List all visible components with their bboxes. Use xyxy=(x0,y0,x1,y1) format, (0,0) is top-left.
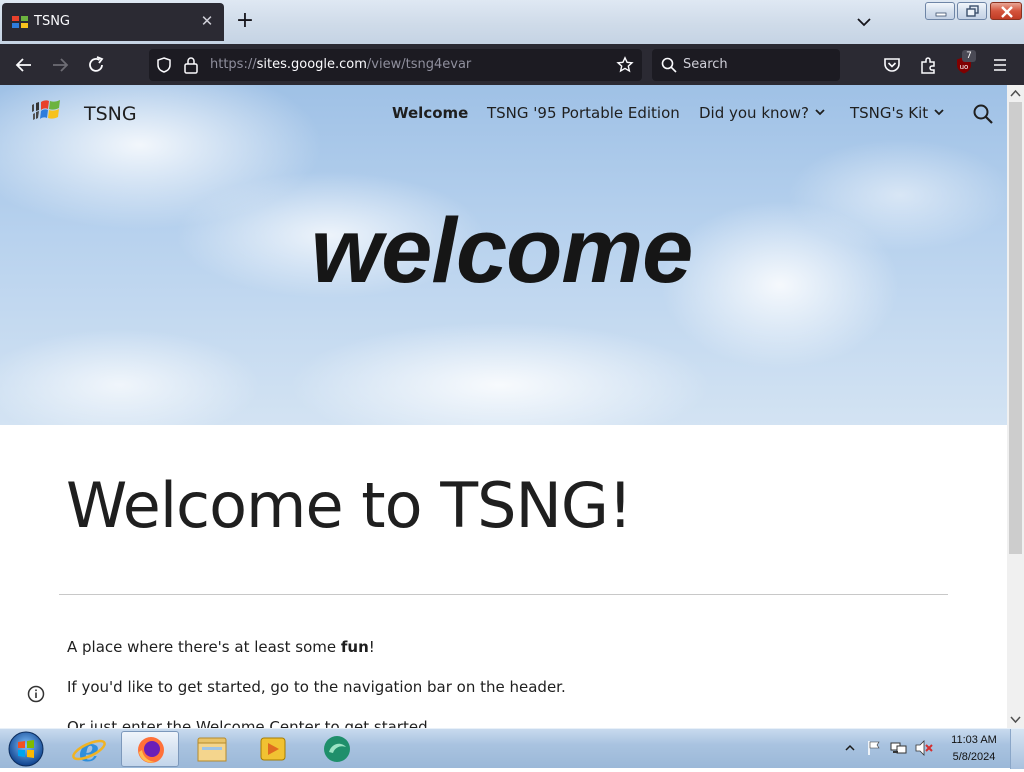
page-title: Welcome to TSNG! xyxy=(66,469,633,542)
forward-arrow-icon[interactable] xyxy=(49,54,71,76)
app-icon xyxy=(324,736,350,762)
paragraph-intro-text: A place where there's at least some xyxy=(67,638,341,656)
search-bar[interactable]: Search xyxy=(652,49,840,81)
media-player-icon xyxy=(260,737,286,761)
paragraph-navigation-hint: If you'd like to get started, go to the … xyxy=(67,678,566,696)
nav-tsngs-kit-label: TSNG's Kit xyxy=(850,104,929,122)
search-icon[interactable] xyxy=(972,103,994,125)
window-minimize-button[interactable] xyxy=(925,2,955,20)
restore-icon xyxy=(966,5,979,17)
scrollbar-thumb[interactable] xyxy=(1009,102,1022,554)
tab-title: TSNG xyxy=(34,14,70,29)
clock-date[interactable]: 5/8/2024 xyxy=(946,751,1002,763)
show-hidden-icons-icon[interactable] xyxy=(844,741,856,755)
svg-text:e: e xyxy=(79,731,99,767)
search-placeholder: Search xyxy=(683,57,728,72)
taskbar-app[interactable] xyxy=(308,731,366,767)
page-viewport: TSNG Welcome TSNG '95 Portable Edition D… xyxy=(0,85,1007,728)
volume-muted-icon[interactable] xyxy=(914,739,934,757)
info-icon[interactable] xyxy=(27,685,45,703)
back-arrow-icon[interactable] xyxy=(13,54,35,76)
url-path: /view/tsng4evar xyxy=(366,57,472,72)
taskbar-firefox[interactable] xyxy=(121,731,179,767)
extension-badge: 7 xyxy=(962,50,976,62)
windows-logo-icon[interactable] xyxy=(30,99,66,127)
taskbar-internet-explorer[interactable]: e xyxy=(60,731,118,769)
divider xyxy=(59,594,948,595)
address-bar[interactable]: https://sites.google.com/view/tsng4evar xyxy=(149,49,642,81)
chevron-down-icon[interactable] xyxy=(854,12,874,32)
show-desktop-button[interactable] xyxy=(1010,729,1024,769)
vertical-scrollbar[interactable] xyxy=(1007,85,1024,728)
taskbar-file-explorer[interactable] xyxy=(183,731,241,767)
url-scheme: https:// xyxy=(210,57,257,72)
url-host: sites.google.com xyxy=(256,57,367,72)
scroll-down-arrow-icon[interactable] xyxy=(1007,711,1024,728)
pocket-icon[interactable] xyxy=(881,54,903,76)
shield-icon[interactable] xyxy=(155,56,173,74)
search-icon xyxy=(661,57,677,73)
windows-flag-icon xyxy=(12,16,28,28)
extensions-puzzle-icon[interactable] xyxy=(917,54,939,76)
close-tab-icon[interactable]: ✕ xyxy=(198,12,216,30)
window-close-button[interactable] xyxy=(990,2,1022,20)
url-text[interactable]: https://sites.google.com/view/tsng4evar xyxy=(210,57,471,72)
svg-text:uo: uo xyxy=(960,63,969,71)
tab-tsng[interactable]: TSNG ✕ xyxy=(2,3,224,41)
new-tab-button[interactable]: + xyxy=(234,10,256,32)
hero-title: welcome xyxy=(310,200,694,302)
chevron-down-icon xyxy=(934,109,944,116)
reload-icon[interactable] xyxy=(85,54,107,76)
internet-explorer-icon: e xyxy=(72,731,106,769)
taskbar: e 11:03 AM 5/8/2024 xyxy=(0,728,1024,769)
taskbar-media-player[interactable] xyxy=(244,731,302,767)
site-title[interactable]: TSNG xyxy=(84,103,137,125)
nav-did-you-know-label: Did you know? xyxy=(699,104,809,122)
network-icon[interactable] xyxy=(890,740,908,756)
paragraph-intro-end: ! xyxy=(368,638,375,656)
close-icon xyxy=(1001,6,1013,18)
paragraph-intro-bold: fun xyxy=(340,638,369,656)
start-orb-icon[interactable] xyxy=(6,730,46,768)
browser-toolbar: https://sites.google.com/view/tsng4evar … xyxy=(0,44,1024,85)
folder-icon xyxy=(197,737,227,762)
nav-tsngs-kit[interactable]: TSNG's Kit xyxy=(850,104,944,122)
paragraph-welcome-center: Or just enter the Welcome Center to get … xyxy=(67,718,433,728)
chevron-down-icon xyxy=(815,109,825,116)
scroll-up-arrow-icon[interactable] xyxy=(1007,85,1024,102)
action-center-flag-icon[interactable] xyxy=(866,740,882,756)
hero-banner: TSNG Welcome TSNG '95 Portable Edition D… xyxy=(0,85,1007,425)
browser-title-bar: TSNG ✕ + xyxy=(0,0,1024,44)
window-restore-button[interactable] xyxy=(957,2,987,20)
hamburger-menu-icon[interactable] xyxy=(989,54,1011,76)
nav-welcome[interactable]: Welcome xyxy=(392,104,468,122)
minimize-icon xyxy=(935,12,947,17)
nav-tsng-95-portable-edition[interactable]: TSNG '95 Portable Edition xyxy=(487,104,680,122)
bookmark-star-icon[interactable] xyxy=(616,56,634,74)
paragraph-intro: A place where there's at least some fun! xyxy=(67,638,375,656)
firefox-icon xyxy=(138,737,164,763)
nav-did-you-know[interactable]: Did you know? xyxy=(699,104,825,122)
lock-icon[interactable] xyxy=(183,56,199,74)
clock-time[interactable]: 11:03 AM xyxy=(946,734,1002,746)
